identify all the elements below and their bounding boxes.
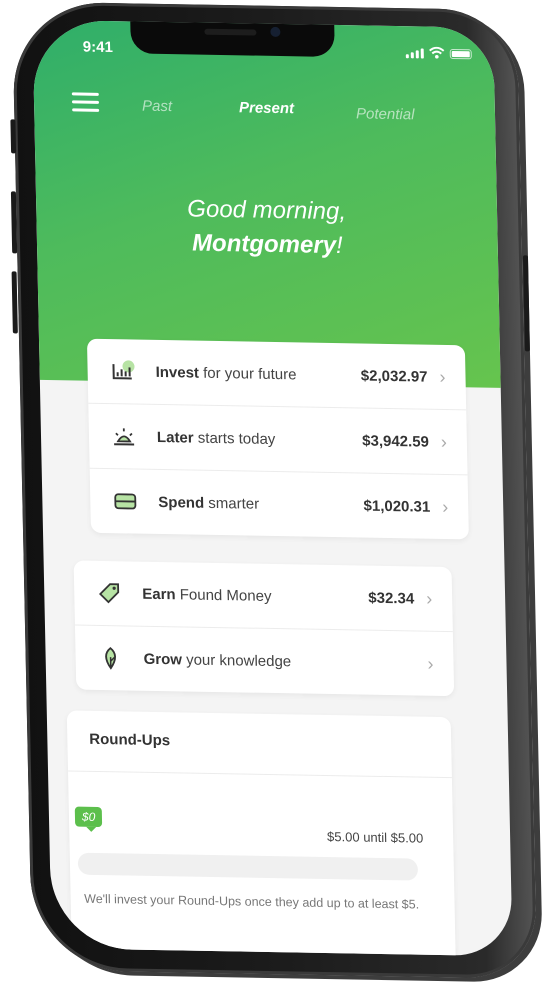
status-icons: [405, 46, 472, 60]
volume-up-button: [10, 191, 18, 254]
tab-past[interactable]: Past: [142, 98, 172, 116]
chevron-right-icon: ›: [425, 588, 433, 609]
sunrise-icon: [114, 428, 135, 446]
speaker: [204, 28, 257, 36]
chevron-right-icon: ›: [439, 366, 446, 387]
user-name: Montgomery: [191, 229, 337, 260]
signal-icon: [405, 48, 424, 59]
front-camera: [270, 26, 281, 38]
mute-switch: [10, 119, 17, 154]
roundups-card[interactable]: Round-Ups $0 $5.00 until $5.00 We'll inv…: [66, 710, 457, 957]
leaf-icon: [105, 647, 116, 670]
wifi-icon: [429, 46, 445, 59]
account-row-later[interactable]: Later starts today $3,942.59 ›: [88, 403, 468, 476]
roundups-progress-bar: [77, 852, 419, 881]
status-time: 9:41: [82, 38, 114, 57]
notch: [130, 19, 335, 57]
extra-amount: $32.34: [368, 589, 415, 607]
phone-frame: 9:41 Past Present Potential Good morning…: [10, 1, 538, 979]
chevron-right-icon: ›: [440, 431, 448, 452]
account-row-spend[interactable]: Spend smarter $1,020.31 ›: [90, 469, 469, 540]
chevron-right-icon: ›: [427, 653, 434, 674]
extra-label: Earn Found Money: [142, 585, 272, 605]
roundups-until-text: $5.00 until $5.00: [326, 828, 424, 846]
accounts-card: Invest for your future $2,032.97 › Later…: [86, 338, 469, 540]
tab-present[interactable]: Present: [239, 99, 294, 117]
roundups-note: We'll invest your Round-Ups once they ad…: [84, 891, 420, 912]
hamburger-menu-icon[interactable]: [71, 92, 100, 112]
account-amount: $1,020.31: [363, 497, 431, 516]
greeting-suffix: !: [335, 232, 343, 260]
tag-icon: [99, 583, 120, 604]
account-row-invest[interactable]: Invest for your future $2,032.97 ›: [86, 338, 467, 411]
chevron-right-icon: ›: [442, 496, 449, 517]
account-amount: $3,942.59: [362, 432, 430, 451]
account-label: Invest for your future: [155, 363, 297, 383]
account-amount: $2,032.97: [360, 366, 428, 386]
power-button: [522, 255, 530, 352]
extra-row-grow[interactable]: Grow your knowledge ›: [75, 626, 454, 697]
divider: [67, 770, 452, 779]
extra-row-earn[interactable]: Earn Found Money $32.34 ›: [73, 560, 453, 633]
stage: 9:41 Past Present Potential Good morning…: [0, 0, 556, 992]
card-icon: [114, 493, 137, 510]
extras-card: Earn Found Money $32.34 › Grow your know…: [73, 560, 455, 697]
chart-icon: [112, 360, 135, 380]
roundups-title: Round-Ups: [89, 730, 171, 750]
account-label: Later starts today: [156, 428, 276, 448]
account-label: Spend smarter: [158, 493, 260, 513]
battery-icon: [449, 48, 472, 60]
volume-down-button: [11, 271, 18, 334]
extra-label: Grow your knowledge: [143, 650, 292, 670]
roundups-current-badge: $0: [74, 806, 103, 828]
greeting: Good morning, Montgomery!: [36, 190, 498, 266]
screen: 9:41 Past Present Potential Good morning…: [32, 19, 513, 957]
tab-potential[interactable]: Potential: [356, 105, 415, 123]
